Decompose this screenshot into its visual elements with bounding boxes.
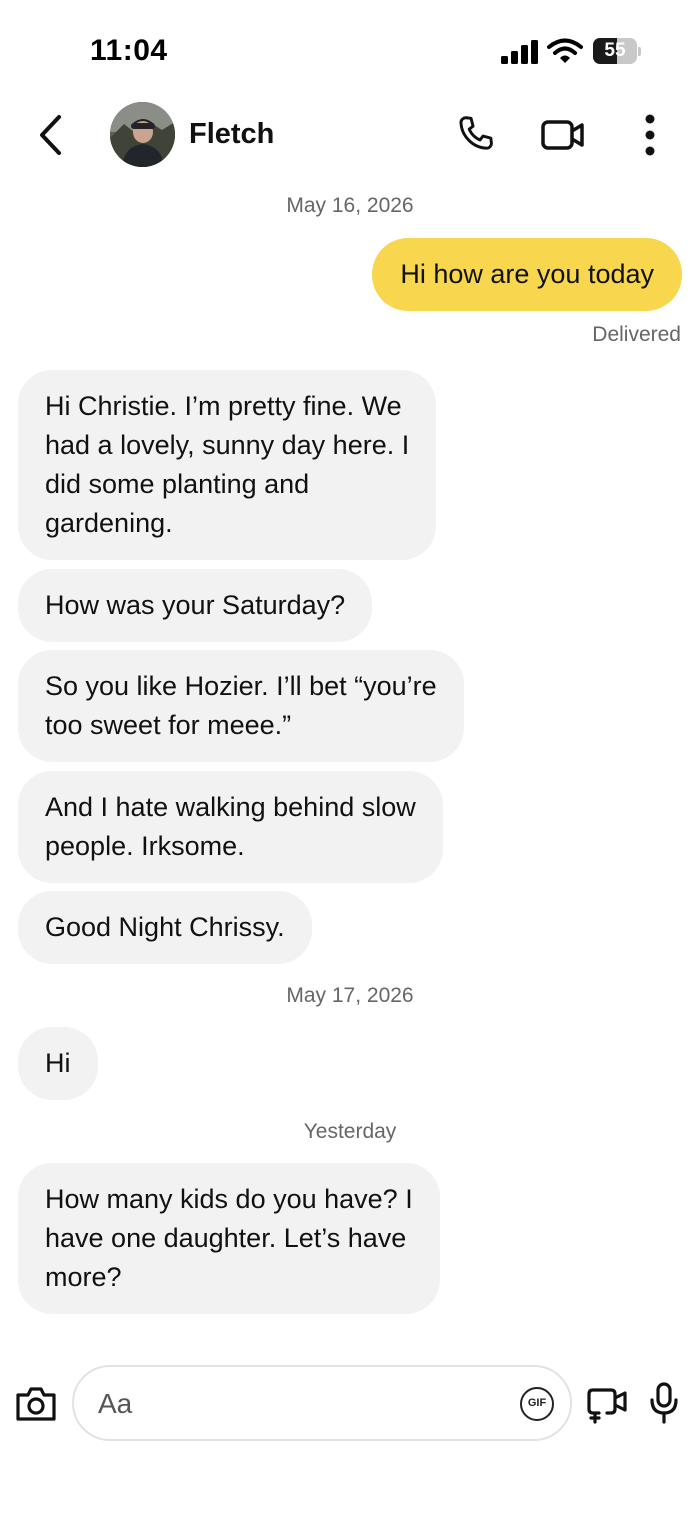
- date-separator: Yesterday: [303, 1120, 397, 1143]
- date-separator: May 17, 2026: [286, 984, 414, 1007]
- date-separator: May 16, 2026: [286, 194, 414, 217]
- delivery-status: Delivered: [592, 323, 681, 346]
- more-vertical-icon: [645, 114, 655, 156]
- cellular-signal-icon: [501, 40, 538, 64]
- media-icon: [587, 1388, 627, 1424]
- battery-icon: 55: [593, 38, 641, 66]
- status-time: 11:04: [90, 34, 168, 67]
- gif-button[interactable]: GIF: [520, 1387, 554, 1421]
- incoming-message[interactable]: Hi: [18, 1027, 98, 1100]
- conversation-header: Fletch: [0, 100, 700, 170]
- voice-call-button[interactable]: [450, 110, 502, 160]
- avatar-photo: [110, 102, 175, 167]
- incoming-message[interactable]: Good Night Chrissy.: [18, 891, 312, 964]
- message-input[interactable]: [98, 1385, 498, 1423]
- media-button[interactable]: [584, 1381, 632, 1427]
- video-camera-icon: [541, 120, 584, 150]
- message-input-container: GIF: [72, 1365, 572, 1441]
- message-composer: GIF: [0, 1365, 700, 1443]
- camera-button[interactable]: [12, 1381, 60, 1427]
- incoming-message[interactable]: And I hate walking behind slow people. I…: [18, 771, 443, 883]
- incoming-message[interactable]: Hi Christie. I’m pretty fine. We had a l…: [18, 370, 437, 560]
- wifi-icon: [547, 38, 583, 63]
- contact-avatar[interactable]: [110, 102, 175, 167]
- incoming-message[interactable]: How many kids do you have? I have one da…: [18, 1163, 440, 1314]
- back-arrow-icon: [40, 115, 61, 155]
- microphone-icon: [650, 1382, 678, 1424]
- incoming-message[interactable]: How was your Saturday?: [18, 569, 373, 642]
- more-options-button[interactable]: [632, 112, 668, 158]
- status-bar: 11:04 55: [0, 0, 700, 100]
- microphone-button[interactable]: [644, 1379, 684, 1427]
- outgoing-message[interactable]: Hi how are you today: [372, 238, 682, 311]
- incoming-message[interactable]: So you like Hozier. I’ll bet “you’re too…: [18, 650, 464, 762]
- contact-name[interactable]: Fletch: [189, 118, 274, 151]
- gif-icon: GIF: [527, 1397, 547, 1409]
- phone-icon: [459, 116, 493, 150]
- camera-icon: [16, 1387, 56, 1421]
- battery-level: 55: [604, 40, 626, 61]
- video-call-button[interactable]: [538, 112, 588, 158]
- back-button[interactable]: [30, 112, 70, 158]
